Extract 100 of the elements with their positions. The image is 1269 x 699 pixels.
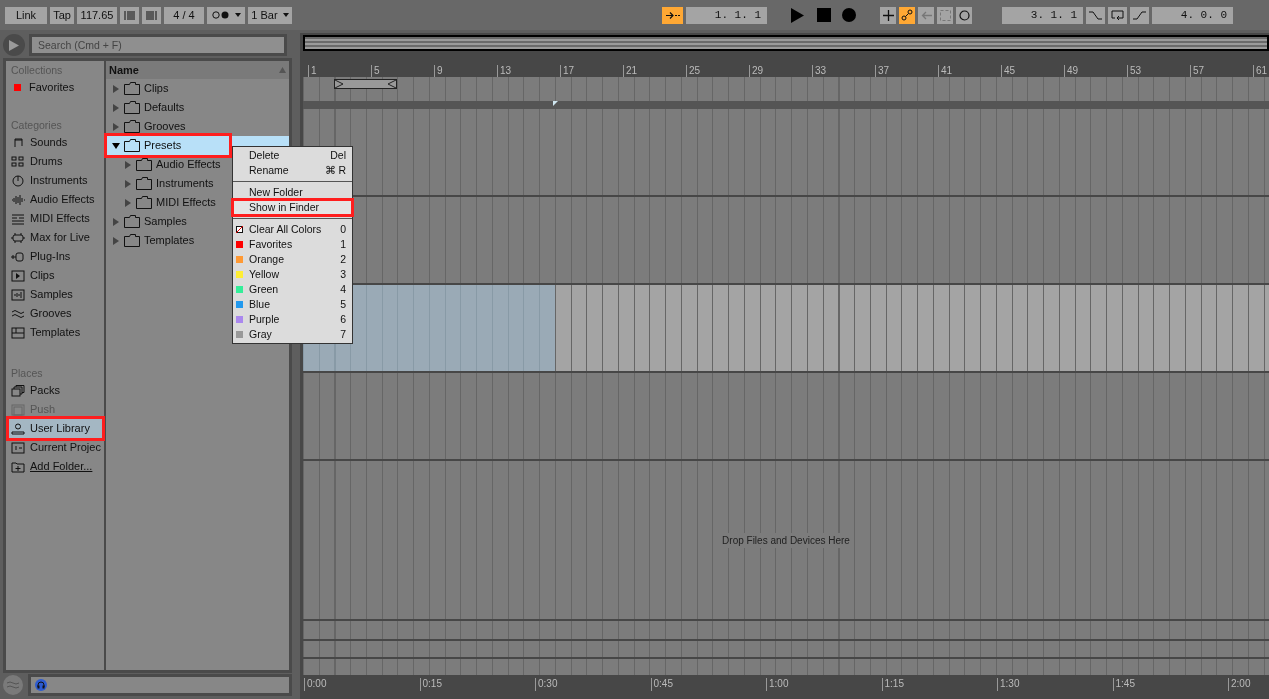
- sidebar-item[interactable]: MIDI Effects: [9, 209, 104, 228]
- folder-row[interactable]: Grooves: [106, 117, 289, 136]
- collapsed-triangle-icon[interactable]: [112, 103, 120, 112]
- menu-item[interactable]: Green 4: [233, 282, 352, 297]
- plug-icon: [11, 250, 25, 263]
- menu-item[interactable]: Show in Finder: [233, 200, 352, 215]
- folder-name: Defaults: [144, 100, 185, 116]
- menu-item[interactable]: Rename ⌘ R: [233, 163, 352, 178]
- sort-triangle-icon: [279, 67, 286, 73]
- sidebar-item[interactable]: Sounds: [9, 133, 104, 152]
- shortcut-label: ⌘ R: [324, 162, 346, 178]
- play-button[interactable]: [791, 6, 807, 24]
- link-button[interactable]: Link: [5, 6, 47, 24]
- sidebar-item[interactable]: Clips: [9, 266, 104, 285]
- menu-item[interactable]: Blue 5: [233, 297, 352, 312]
- tap-button[interactable]: Tap: [50, 6, 74, 24]
- track-lane[interactable]: [303, 109, 1269, 195]
- track-lane[interactable]: [303, 641, 1269, 657]
- sidebar-item[interactable]: Samples: [9, 285, 104, 304]
- folder-icon: [136, 177, 152, 190]
- track-lane[interactable]: [303, 285, 1269, 371]
- time-label: 0:15: [419, 678, 535, 691]
- column-header[interactable]: Name: [106, 61, 289, 79]
- track-lane[interactable]: [303, 621, 1269, 639]
- track-lane[interactable]: [303, 373, 1269, 459]
- punch-out-button[interactable]: [1130, 6, 1149, 24]
- sidebar-item[interactable]: Plug-Ins: [9, 247, 104, 266]
- metronome-dropdown[interactable]: [207, 6, 245, 24]
- sidebar-item[interactable]: Max for Live: [9, 228, 104, 247]
- folder-row[interactable]: Clips: [106, 79, 289, 98]
- circle-icon: [958, 9, 970, 21]
- folder-icon: [124, 234, 140, 247]
- follow-button[interactable]: [662, 6, 683, 24]
- shortcut-label: 4: [340, 281, 346, 297]
- left-arrow-icon: [920, 10, 932, 20]
- template-icon: [11, 326, 25, 339]
- menu-item[interactable]: Yellow 3: [233, 267, 352, 282]
- time-signature-field[interactable]: 4 / 4: [164, 6, 204, 24]
- shortcut-label: 1: [340, 236, 346, 252]
- sidebar-item[interactable]: Templates: [9, 323, 104, 342]
- play-circle-button[interactable]: [3, 34, 25, 56]
- collapsed-triangle-icon[interactable]: [124, 179, 132, 188]
- record-button[interactable]: [842, 8, 856, 22]
- folder-name: Samples: [144, 214, 187, 230]
- collapsed-triangle-icon[interactable]: [124, 198, 132, 207]
- drop-area[interactable]: Drop Files and Devices Here: [303, 461, 1269, 619]
- menu-item[interactable]: Clear All Colors 0: [233, 222, 352, 237]
- nudge-down-button[interactable]: [120, 6, 139, 24]
- menu-item[interactable]: Orange 2: [233, 252, 352, 267]
- sidebar-item[interactable]: Instruments: [9, 171, 104, 190]
- headphones-icon[interactable]: [35, 679, 47, 691]
- sidebar-item[interactable]: Grooves: [9, 304, 104, 323]
- toolbar-button[interactable]: [899, 6, 915, 24]
- menu-item[interactable]: Gray 7: [233, 327, 352, 342]
- collapsed-triangle-icon[interactable]: [124, 160, 132, 169]
- sidebar-item[interactable]: Favorites: [9, 78, 104, 97]
- sidebar-item[interactable]: Current Projec: [9, 438, 104, 457]
- caret-icon: [234, 13, 241, 17]
- folder-name: Presets: [144, 138, 182, 154]
- toolbar-button[interactable]: [880, 6, 896, 24]
- wave-button[interactable]: [3, 675, 23, 695]
- menu-item[interactable]: Purple 6: [233, 312, 352, 327]
- punch-in-button[interactable]: [1086, 6, 1105, 24]
- collapsed-triangle-icon[interactable]: [112, 122, 120, 131]
- loop-button[interactable]: [1108, 6, 1127, 24]
- sidebar-item[interactable]: Drums: [9, 152, 104, 171]
- loop-brace-icon[interactable]: [334, 79, 397, 89]
- square-frame-icon: [11, 403, 25, 416]
- shortcut-label: 6: [340, 311, 346, 327]
- collapsed-triangle-icon[interactable]: [112, 217, 120, 226]
- toolbar-button[interactable]: [956, 6, 972, 24]
- sidebar-item[interactable]: Audio Effects: [9, 190, 104, 209]
- music-note-icon: [11, 136, 25, 149]
- folder-icon: [136, 158, 152, 171]
- lines-icon: [11, 212, 25, 225]
- collapsed-triangle-icon[interactable]: [112, 84, 120, 93]
- tempo-field[interactable]: 117.65: [77, 6, 117, 24]
- expanded-triangle-icon[interactable]: [112, 141, 120, 150]
- time-label: 2:00: [1228, 678, 1269, 691]
- position-field[interactable]: 1. 1. 1: [686, 6, 767, 24]
- punch-out-icon: [1133, 10, 1146, 20]
- menu-item[interactable]: Favorites 1: [233, 237, 352, 252]
- time-label: 0:45: [650, 678, 766, 691]
- marker-triangle-icon: [553, 101, 558, 106]
- menu-item[interactable]: New Folder: [233, 185, 352, 200]
- quantize-dropdown[interactable]: 1 Bar: [248, 6, 292, 24]
- time-label: 0:30: [535, 678, 651, 691]
- sidebar-item[interactable]: Packs: [9, 381, 104, 400]
- sidebar-item[interactable]: User Library: [9, 419, 104, 438]
- loop-start-field[interactable]: 3. 1. 1: [1002, 6, 1083, 24]
- nudge-up-button[interactable]: [142, 6, 161, 24]
- loop-icon: [1111, 9, 1124, 21]
- collapsed-triangle-icon[interactable]: [112, 236, 120, 245]
- waveform-icon: [11, 193, 25, 206]
- loop-length-field[interactable]: 4. 0. 0: [1152, 6, 1233, 24]
- caret-icon: [282, 13, 289, 17]
- folder-row[interactable]: Defaults: [106, 98, 289, 117]
- search-field[interactable]: Search (Cmd + F): [29, 34, 287, 56]
- track-lane[interactable]: [303, 659, 1269, 675]
- sidebar-item[interactable]: Add Folder...: [9, 457, 104, 476]
